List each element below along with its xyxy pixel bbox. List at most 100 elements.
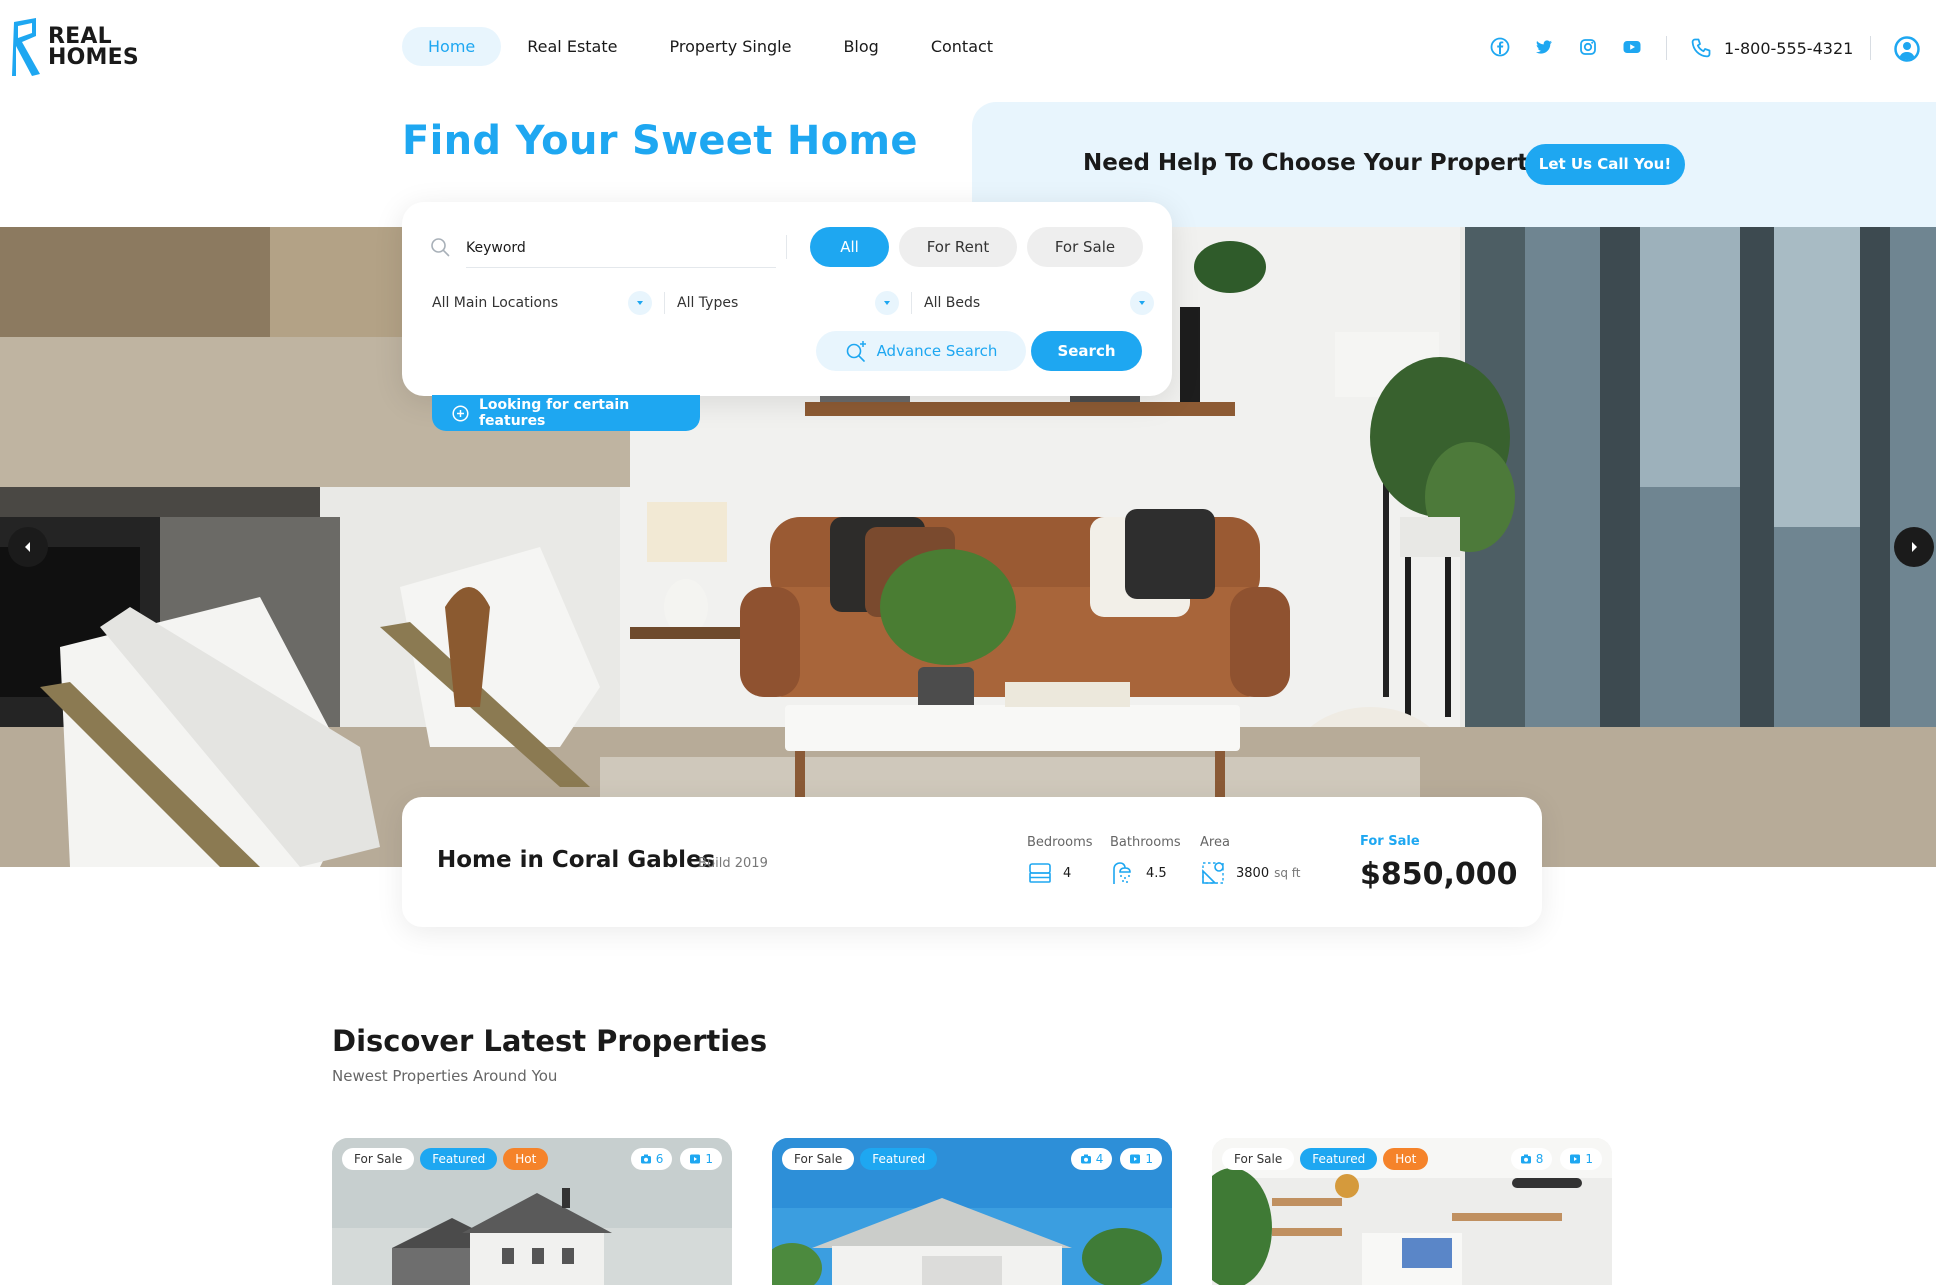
photo-count-value: 6 (655, 1152, 664, 1166)
instagram-icon[interactable] (1578, 37, 1598, 57)
tab-all[interactable]: All (810, 227, 889, 267)
nav-blog[interactable]: Blog (817, 27, 904, 66)
advance-search-label: Advance Search (876, 342, 998, 360)
bathrooms-value: 4.5 (1146, 865, 1167, 881)
logo-line-2: HOMES (48, 45, 139, 70)
latest-section-subtitle: Newest Properties Around You (332, 1067, 558, 1085)
camera-icon (640, 1154, 651, 1164)
bathrooms-label: Bathrooms (1110, 835, 1181, 850)
header-divider (1666, 36, 1667, 60)
facebook-icon[interactable] (1490, 37, 1510, 57)
video-count-value: 1 (705, 1152, 713, 1166)
location-select-value: All Main Locations (432, 295, 559, 311)
area-meta: Area 3800 sq ft (1200, 835, 1301, 886)
advance-search-button[interactable]: Advance Search (816, 331, 1026, 371)
chevron-left-icon (25, 542, 30, 552)
slider-prev-button[interactable] (8, 527, 48, 567)
site-logo[interactable]: REAL HOMES (12, 16, 139, 78)
type-select-value: All Types (677, 295, 739, 311)
help-text: Need Help To Choose Your Property (1083, 150, 1544, 176)
nav-home[interactable]: Home (402, 27, 502, 66)
tag-featured[interactable]: Featured (420, 1148, 498, 1170)
area-label: Area (1200, 835, 1230, 850)
tab-for-sale[interactable]: For Sale (1027, 227, 1143, 267)
chevron-down-icon (1130, 291, 1154, 315)
bedrooms-label: Bedrooms (1027, 835, 1093, 850)
logo-text: REAL HOMES (48, 24, 139, 70)
tab-for-rent[interactable]: For Rent (899, 227, 1017, 267)
beds-select[interactable]: All Beds (924, 288, 1154, 318)
photo-count-value: 8 (1535, 1152, 1544, 1166)
property-card-1[interactable]: For Sale Featured Hot 6 1 (332, 1138, 732, 1285)
tag-for-sale[interactable]: For Sale (342, 1148, 415, 1170)
bedrooms-meta: Bedrooms 4 (1027, 835, 1093, 886)
media-counts: 6 1 (630, 1148, 722, 1170)
search-button[interactable]: Search (1031, 331, 1142, 371)
keyword-input[interactable] (466, 228, 776, 268)
features-toggle-label: Looking for certain features (478, 397, 630, 429)
search-plus-icon (846, 341, 866, 362)
tag-hot[interactable]: Hot (1383, 1148, 1429, 1170)
property-title[interactable]: Home in Coral Gables (437, 847, 715, 873)
video-count[interactable]: 1 (680, 1148, 722, 1170)
latest-section-title: Discover Latest Properties (332, 1024, 768, 1058)
featured-property-card[interactable]: Home in Coral Gables Build 2019 Bedrooms… (402, 797, 1542, 927)
camera-icon (1080, 1154, 1091, 1164)
property-status: For Sale (1360, 834, 1420, 849)
search-icon (431, 238, 450, 257)
slider-next-button[interactable] (1894, 527, 1934, 567)
user-account-icon[interactable] (1894, 36, 1920, 62)
tag-for-sale[interactable]: For Sale (1222, 1148, 1295, 1170)
property-build-year: Build 2019 (698, 856, 768, 871)
logo-line-1: REAL (48, 24, 112, 49)
phone-contact[interactable]: 1-800-555-4321 (1690, 37, 1853, 59)
property-tags: For Sale Featured (782, 1148, 938, 1170)
features-toggle-button[interactable]: Looking for certain features (432, 395, 700, 431)
main-nav: Home Real Estate Property Single Blog Co… (402, 27, 1019, 66)
header-divider-2 (1870, 36, 1871, 60)
location-select[interactable]: All Main Locations (432, 288, 652, 318)
property-tags: For Sale Featured Hot (342, 1148, 549, 1170)
logo-icon (12, 18, 40, 76)
tag-featured[interactable]: Featured (860, 1148, 938, 1170)
tag-featured[interactable]: Featured (1300, 1148, 1378, 1170)
video-icon (1570, 1154, 1581, 1164)
area-unit: sq ft (1274, 866, 1301, 880)
tag-for-sale[interactable]: For Sale (782, 1148, 855, 1170)
select-separator (911, 292, 912, 314)
shower-icon (1113, 862, 1131, 884)
photo-count[interactable]: 4 (1070, 1148, 1113, 1170)
nav-contact[interactable]: Contact (905, 27, 1019, 66)
tag-hot[interactable]: Hot (503, 1148, 549, 1170)
property-card-2[interactable]: For Sale Featured 4 1 (772, 1138, 1172, 1285)
phone-number: 1-800-555-4321 (1724, 38, 1854, 58)
nav-property-single[interactable]: Property Single (643, 27, 817, 66)
chevron-down-icon (628, 291, 652, 315)
photo-count[interactable]: 6 (630, 1148, 673, 1170)
hero-title: Find Your Sweet Home (402, 118, 918, 164)
bedrooms-value: 4 (1063, 865, 1072, 881)
photo-count[interactable]: 8 (1510, 1148, 1553, 1170)
video-count[interactable]: 1 (1560, 1148, 1602, 1170)
twitter-icon[interactable] (1534, 37, 1554, 57)
video-icon (690, 1154, 701, 1164)
property-tags: For Sale Featured Hot (1222, 1148, 1429, 1170)
plus-circle-icon (452, 404, 469, 422)
youtube-icon[interactable] (1622, 37, 1642, 57)
bathrooms-meta: Bathrooms 4.5 (1110, 835, 1181, 886)
bed-icon (1029, 863, 1051, 883)
let-us-call-button[interactable]: Let Us Call You! (1525, 144, 1685, 185)
area-icon (1202, 862, 1224, 884)
property-price: $850,000 (1360, 857, 1518, 892)
property-card-3[interactable]: For Sale Featured Hot 8 1 (1212, 1138, 1612, 1285)
video-count[interactable]: 1 (1120, 1148, 1162, 1170)
nav-real-estate[interactable]: Real Estate (501, 27, 643, 66)
type-select[interactable]: All Types (677, 288, 899, 318)
status-tabs: All For Rent For Sale (810, 227, 1143, 267)
video-count-value: 1 (1585, 1152, 1593, 1166)
media-counts: 8 1 (1510, 1148, 1602, 1170)
select-separator (664, 292, 665, 314)
media-counts: 4 1 (1070, 1148, 1162, 1170)
camera-icon (1520, 1154, 1531, 1164)
social-links (1490, 37, 1642, 57)
